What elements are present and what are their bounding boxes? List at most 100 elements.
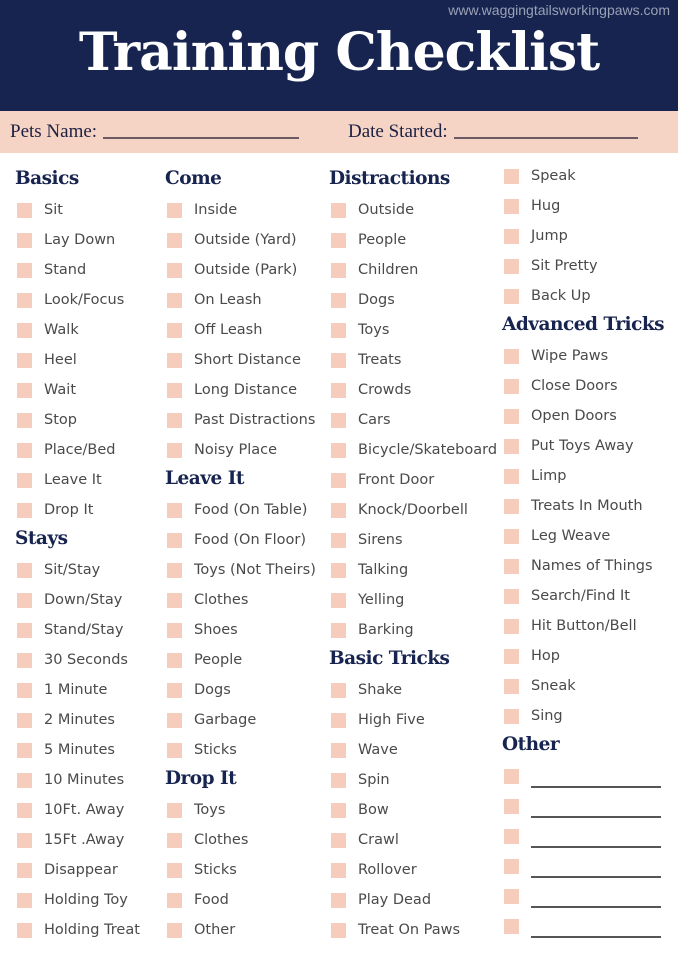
checklist-item[interactable]: Talking: [329, 555, 497, 585]
checkbox[interactable]: [331, 892, 346, 908]
checkbox[interactable]: [167, 862, 182, 878]
checklist-item[interactable]: People: [165, 645, 316, 675]
blank-write-in-line[interactable]: [531, 816, 661, 818]
checkbox[interactable]: [167, 292, 182, 308]
checklist-item[interactable]: Clothes: [165, 825, 316, 855]
checklist-item[interactable]: Sirens: [329, 525, 497, 555]
checklist-item[interactable]: Outside (Yard): [165, 225, 316, 255]
checkbox[interactable]: [504, 528, 519, 544]
checkbox[interactable]: [17, 652, 32, 668]
checklist-item[interactable]: Treats: [329, 345, 497, 375]
checklist-item[interactable]: Holding Treat: [15, 915, 140, 945]
checkbox[interactable]: [504, 888, 519, 904]
checkbox[interactable]: [17, 802, 32, 818]
checklist-item[interactable]: Search/Find It: [502, 581, 664, 611]
checkbox[interactable]: [504, 588, 519, 604]
checkbox[interactable]: [331, 682, 346, 698]
checkbox[interactable]: [504, 618, 519, 634]
checklist-item[interactable]: Rollover: [329, 855, 497, 885]
checkbox[interactable]: [167, 532, 182, 548]
checkbox[interactable]: [167, 442, 182, 458]
checklist-item[interactable]: Hop: [502, 641, 664, 671]
checklist-item[interactable]: 30 Seconds: [15, 645, 140, 675]
checklist-item[interactable]: Dogs: [329, 285, 497, 315]
checkbox[interactable]: [17, 892, 32, 908]
checkbox[interactable]: [167, 592, 182, 608]
checkbox[interactable]: [167, 832, 182, 848]
checklist-item[interactable]: Stand/Stay: [15, 615, 140, 645]
checklist-item[interactable]: Open Doors: [502, 401, 664, 431]
checklist-item[interactable]: Leave It: [15, 465, 140, 495]
checklist-item[interactable]: Stop: [15, 405, 140, 435]
checklist-item[interactable]: Knock/Doorbell: [329, 495, 497, 525]
checklist-item[interactable]: Food (On Table): [165, 495, 316, 525]
checkbox[interactable]: [167, 202, 182, 218]
checklist-item[interactable]: Sit/Stay: [15, 555, 140, 585]
checkbox[interactable]: [331, 532, 346, 548]
checklist-item[interactable]: Sneak: [502, 671, 664, 701]
checkbox[interactable]: [504, 168, 519, 184]
checklist-item[interactable]: Outside (Park): [165, 255, 316, 285]
checklist-item[interactable]: Inside: [165, 195, 316, 225]
checklist-item[interactable]: Toys (Not Theirs): [165, 555, 316, 585]
checklist-item[interactable]: Front Door: [329, 465, 497, 495]
checkbox[interactable]: [331, 922, 346, 938]
checklist-item[interactable]: Yelling: [329, 585, 497, 615]
checkbox[interactable]: [331, 442, 346, 458]
checkbox[interactable]: [17, 442, 32, 458]
checklist-item[interactable]: Hit Button/Bell: [502, 611, 664, 641]
checkbox[interactable]: [331, 202, 346, 218]
checklist-item[interactable]: Lay Down: [15, 225, 140, 255]
checklist-item[interactable]: Look/Focus: [15, 285, 140, 315]
checklist-item[interactable]: Shake: [329, 675, 497, 705]
checkbox[interactable]: [331, 262, 346, 278]
pets-name-input[interactable]: [103, 137, 300, 139]
date-started-input[interactable]: [453, 137, 638, 139]
checkbox[interactable]: [331, 352, 346, 368]
checklist-item[interactable]: 10 Minutes: [15, 765, 140, 795]
checklist-item[interactable]: 2 Minutes: [15, 705, 140, 735]
checkbox[interactable]: [167, 562, 182, 578]
blank-checklist-item[interactable]: [502, 761, 664, 791]
checkbox[interactable]: [331, 412, 346, 428]
checklist-item[interactable]: Crawl: [329, 825, 497, 855]
checkbox[interactable]: [504, 288, 519, 304]
checkbox[interactable]: [331, 862, 346, 878]
checklist-item[interactable]: Garbage: [165, 705, 316, 735]
checklist-item[interactable]: Speak: [502, 161, 664, 191]
checklist-item[interactable]: Heel: [15, 345, 140, 375]
checklist-item[interactable]: Outside: [329, 195, 497, 225]
checkbox[interactable]: [17, 862, 32, 878]
checkbox[interactable]: [17, 772, 32, 788]
checklist-item[interactable]: Sing: [502, 701, 664, 731]
checkbox[interactable]: [167, 742, 182, 758]
checklist-item[interactable]: Treat On Paws: [329, 915, 497, 945]
checklist-item[interactable]: Disappear: [15, 855, 140, 885]
blank-checklist-item[interactable]: [502, 821, 664, 851]
checkbox[interactable]: [504, 918, 519, 934]
checkbox[interactable]: [331, 232, 346, 248]
checklist-item[interactable]: Sit: [15, 195, 140, 225]
checklist-item[interactable]: 10Ft. Away: [15, 795, 140, 825]
checklist-item[interactable]: High Five: [329, 705, 497, 735]
checkbox[interactable]: [331, 742, 346, 758]
blank-checklist-item[interactable]: [502, 881, 664, 911]
checkbox[interactable]: [17, 472, 32, 488]
blank-write-in-line[interactable]: [531, 876, 661, 878]
checklist-item[interactable]: Off Leash: [165, 315, 316, 345]
blank-checklist-item[interactable]: [502, 851, 664, 881]
checkbox[interactable]: [167, 352, 182, 368]
checkbox[interactable]: [167, 922, 182, 938]
checkbox[interactable]: [167, 622, 182, 638]
checkbox[interactable]: [167, 322, 182, 338]
checklist-item[interactable]: Play Dead: [329, 885, 497, 915]
checklist-item[interactable]: Treats In Mouth: [502, 491, 664, 521]
checklist-item[interactable]: Crowds: [329, 375, 497, 405]
checkbox[interactable]: [17, 562, 32, 578]
checkbox[interactable]: [17, 682, 32, 698]
checkbox[interactable]: [331, 502, 346, 518]
checkbox[interactable]: [17, 232, 32, 248]
checklist-item[interactable]: Toys: [165, 795, 316, 825]
checklist-item[interactable]: Clothes: [165, 585, 316, 615]
checkbox[interactable]: [504, 798, 519, 814]
